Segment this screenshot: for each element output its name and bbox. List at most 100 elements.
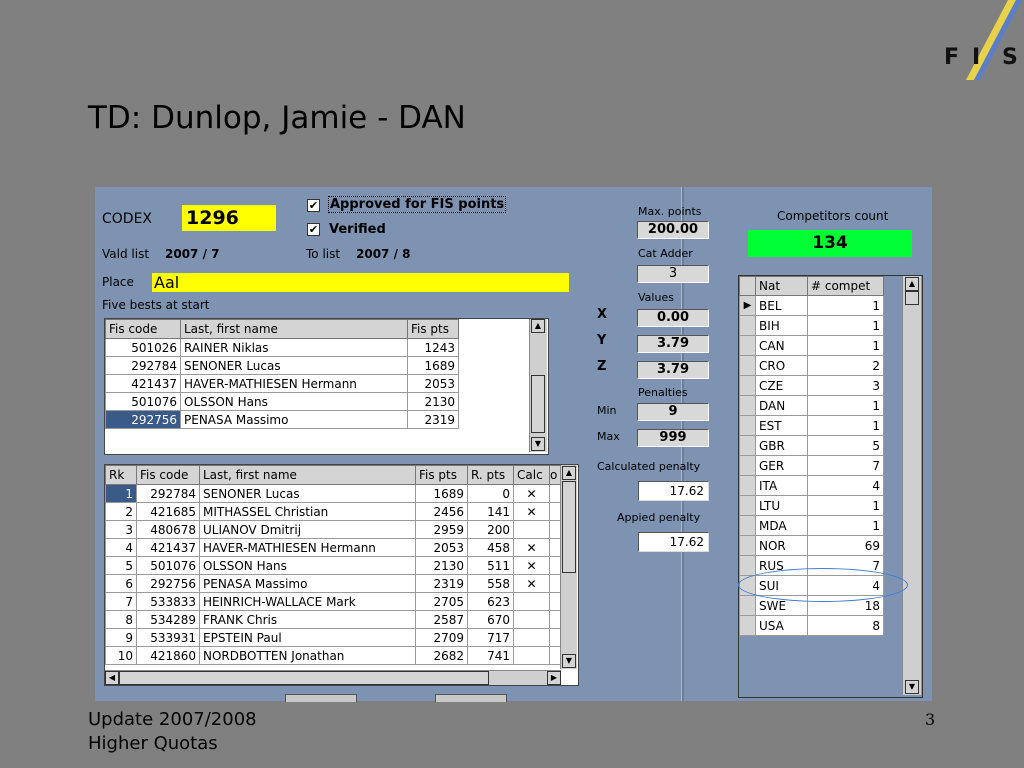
col-fis-code[interactable]: Fis code	[105, 319, 181, 339]
cell-fis-code: 421437	[105, 374, 181, 393]
to-list-value: 2007 / 8	[356, 247, 411, 261]
col-fis-code[interactable]: Fis code	[136, 465, 200, 485]
table-row[interactable]: ITA 4	[739, 475, 884, 496]
table-row[interactable]: 7 533833 HEINRICH-WALLACE Mark 2705 623	[105, 592, 562, 611]
table-row[interactable]: 421437 HAVER-MATHIESEN Hermann 2053	[105, 374, 459, 393]
bottom-button-right[interactable]	[435, 694, 507, 702]
table-row[interactable]: 9 533931 EPSTEIN Paul 2709 717	[105, 628, 562, 647]
col-calc[interactable]: Calc	[513, 465, 550, 485]
scroll-right-icon[interactable]: ▶	[547, 671, 561, 685]
table-row[interactable]: CAN 1	[739, 335, 884, 356]
to-list-label: To list	[306, 247, 341, 261]
cell-fis-code: 533931	[136, 628, 200, 647]
row-header[interactable]	[739, 495, 756, 516]
cell-rank: 9	[105, 628, 137, 647]
cell-fis-pts: 2959	[415, 520, 468, 539]
cell-nat: GER	[755, 455, 808, 476]
col-r-pts[interactable]: R. pts	[467, 465, 514, 485]
table-row[interactable]: 5 501076 OLSSON Hans 2130 511 ✕	[105, 556, 562, 575]
cell-name: HAVER-MATHIESEN Hermann	[199, 538, 416, 557]
table-row[interactable]: GER 7	[739, 455, 884, 476]
codex-field[interactable]: 1296	[182, 205, 276, 231]
cell-compet: 1	[807, 335, 884, 356]
scroll-down-icon[interactable]: ▼	[531, 437, 545, 451]
scroll-up-icon[interactable]: ▲	[905, 277, 919, 291]
cell-fis-code: 534289	[136, 610, 200, 629]
cell-nat: NOR	[755, 535, 808, 556]
page-number: 3	[925, 710, 936, 729]
col-fis-pts[interactable]: Fis pts	[407, 319, 459, 339]
cell-fis-code: 533833	[136, 592, 200, 611]
applied-penalty-input[interactable]: 17.62	[638, 532, 709, 552]
table-row[interactable]: 4 421437 HAVER-MATHIESEN Hermann 2053 458 ✕	[105, 538, 562, 557]
table-row[interactable]: USA 8	[739, 615, 884, 636]
results-hscrollbar[interactable]: ◀ ▶	[105, 670, 561, 685]
cell-nat: BIH	[755, 315, 808, 336]
row-header[interactable]	[739, 615, 756, 636]
table-row[interactable]: CZE 3	[739, 375, 884, 396]
col-name[interactable]: Last, first name	[199, 465, 416, 485]
scroll-up-icon[interactable]: ▲	[562, 466, 576, 480]
table-row[interactable]: 292784 SENONER Lucas 1689	[105, 356, 459, 375]
row-header[interactable]	[739, 355, 756, 376]
approved-checkbox[interactable]: ✔	[307, 199, 320, 212]
table-row[interactable]: GBR 5	[739, 435, 884, 456]
table-row[interactable]: EST 1	[739, 415, 884, 436]
table-row[interactable]: 3 480678 ULIANOV Dmitrij 2959 200	[105, 520, 562, 539]
row-header[interactable]	[739, 595, 756, 616]
row-header[interactable]	[739, 515, 756, 536]
cell-fis-code: 480678	[136, 520, 200, 539]
table-row[interactable]: 1 292784 SENONER Lucas 1689 0 ✕	[105, 484, 562, 503]
col-rank[interactable]: Rk	[105, 465, 137, 485]
scroll-thumb[interactable]	[119, 671, 489, 685]
col-fis-pts[interactable]: Fis pts	[415, 465, 468, 485]
scroll-thumb[interactable]	[562, 481, 576, 573]
row-header[interactable]	[739, 535, 756, 556]
col-nat[interactable]: Nat	[755, 276, 808, 296]
row-header[interactable]	[739, 315, 756, 336]
table-row[interactable]: 292756 PENASA Massimo 2319	[105, 410, 459, 429]
table-row[interactable]: CRO 2	[739, 355, 884, 376]
table-row[interactable]: 2 421685 MITHASSEL Christian 2456 141 ✕	[105, 502, 562, 521]
row-header[interactable]	[739, 395, 756, 416]
nations-scrollbar[interactable]: ▲ ▼	[902, 276, 921, 695]
row-header[interactable]	[739, 555, 756, 576]
cell-compet: 1	[807, 295, 884, 316]
table-row[interactable]: NOR 69	[739, 535, 884, 556]
table-row[interactable]: 6 292756 PENASA Massimo 2319 558 ✕	[105, 574, 562, 593]
table-row[interactable]: 501026 RAINER Niklas 1243	[105, 338, 459, 357]
scroll-thumb[interactable]	[905, 291, 919, 305]
place-field[interactable]: Aal	[152, 273, 569, 292]
scroll-down-icon[interactable]: ▼	[905, 680, 919, 694]
cell-r-pts: 670	[467, 610, 514, 629]
verified-checkbox[interactable]: ✔	[307, 223, 320, 236]
table-row[interactable]: 501076 OLSSON Hans 2130	[105, 392, 459, 411]
row-header[interactable]	[739, 475, 756, 496]
row-header[interactable]	[739, 375, 756, 396]
row-header[interactable]	[739, 435, 756, 456]
col-compet[interactable]: # compet	[807, 276, 884, 296]
cell-calc	[513, 520, 550, 539]
row-header[interactable]	[739, 415, 756, 436]
values-label: Values	[638, 291, 674, 304]
row-header[interactable]	[739, 455, 756, 476]
scroll-up-icon[interactable]: ▲	[531, 319, 545, 333]
scroll-left-icon[interactable]: ◀	[105, 671, 119, 685]
results-vscrollbar[interactable]: ▲ ▼	[560, 465, 577, 669]
table-row[interactable]: DAN 1	[739, 395, 884, 416]
scroll-down-icon[interactable]: ▼	[562, 654, 576, 668]
row-header[interactable]	[739, 335, 756, 356]
logo-letter-i: I	[972, 45, 980, 70]
current-row-arrow-icon[interactable]: ▶	[739, 295, 756, 316]
table-row[interactable]: ▶ BEL 1	[739, 295, 884, 316]
scroll-thumb[interactable]	[531, 375, 545, 433]
cell-compet: 2	[807, 355, 884, 376]
bottom-button-left[interactable]	[285, 694, 357, 702]
col-name[interactable]: Last, first name	[180, 319, 408, 339]
table-row[interactable]: 10 421860 NORDBOTTEN Jonathan 2682 741	[105, 646, 562, 665]
table-row[interactable]: BIH 1	[739, 315, 884, 336]
table-row[interactable]: MDA 1	[739, 515, 884, 536]
table-row[interactable]: LTU 1	[739, 495, 884, 516]
five-bests-scrollbar[interactable]: ▲ ▼	[529, 319, 547, 452]
table-row[interactable]: 8 534289 FRANK Chris 2587 670	[105, 610, 562, 629]
